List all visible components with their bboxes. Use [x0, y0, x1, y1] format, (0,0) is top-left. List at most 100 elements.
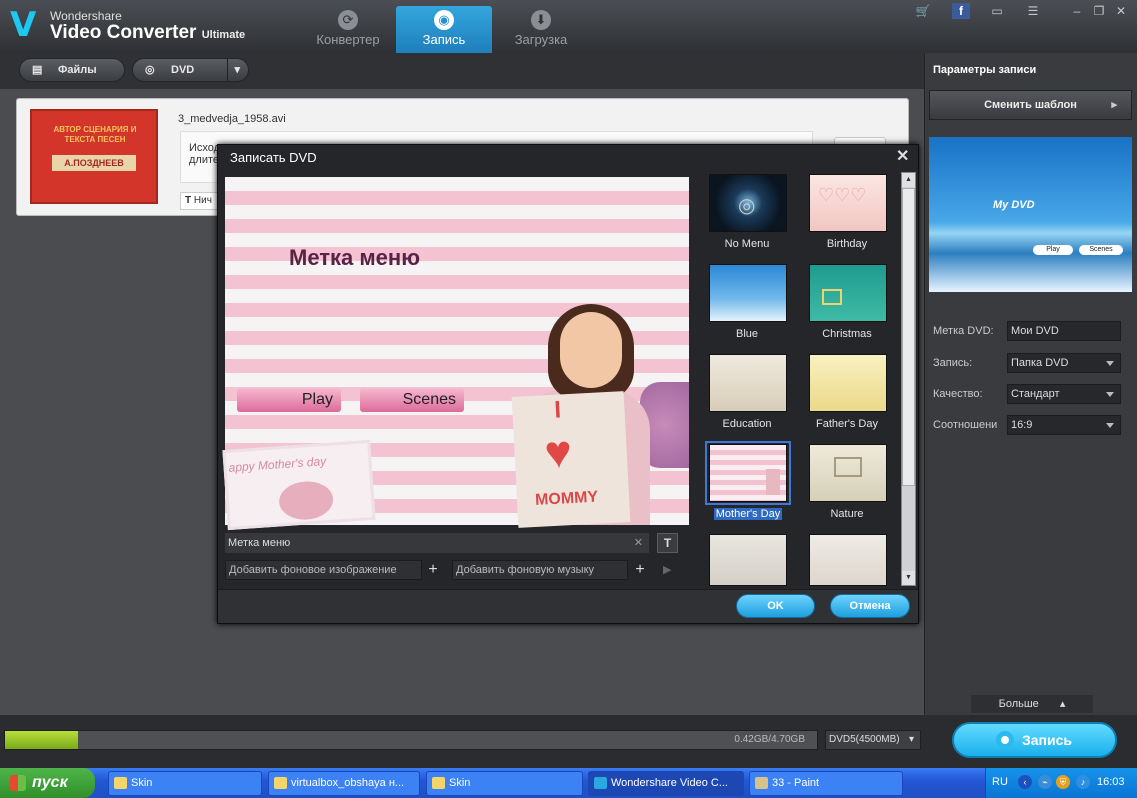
taskbar-item[interactable]: virtualbox_obshaya н... — [268, 771, 420, 796]
template-label: No Menu — [724, 238, 770, 250]
preview-play-button[interactable]: Play — [237, 388, 341, 412]
chat-icon[interactable]: ▭ — [988, 3, 1006, 19]
burn-disc-icon: ◉ — [434, 10, 454, 30]
template-label: Birthday — [826, 238, 868, 250]
cart-icon[interactable]: 🛒 — [914, 3, 932, 19]
preview-scenes-label: Scenes — [1079, 245, 1123, 255]
taskbar-item-active[interactable]: Wondershare Video C... — [588, 771, 744, 796]
tab-download[interactable]: ⬇ Загрузка — [493, 6, 589, 53]
text-format-button[interactable]: T — [657, 533, 678, 553]
dialog-close-icon[interactable]: ✕ — [896, 146, 909, 166]
scrollbar-thumb[interactable] — [902, 188, 915, 486]
bouquet-image — [277, 479, 335, 522]
template-item[interactable] — [809, 534, 887, 586]
template-fathers-day[interactable] — [809, 354, 887, 412]
preview-scenes-button[interactable]: Scenes — [360, 388, 464, 412]
taskbar-item[interactable]: Skin — [108, 771, 262, 796]
quality-select[interactable]: Стандарт — [1007, 384, 1121, 404]
more-button[interactable]: Больше ▴ — [971, 695, 1093, 713]
chevron-up-icon: ▴ — [1059, 698, 1066, 710]
add-bg-music-button[interactable]: + — [630, 560, 650, 580]
template-christmas[interactable] — [809, 264, 887, 322]
video-thumbnail[interactable]: АВТОР СЦЕНАРИЯ И ТЕКСТА ПЕСЕН А.ПОЗДНЕЕВ — [30, 109, 158, 204]
close-icon[interactable]: ✕ — [1112, 3, 1130, 19]
language-indicator[interactable]: RU — [992, 776, 1008, 788]
start-button[interactable]: пуск — [0, 768, 95, 798]
paint-icon — [755, 777, 768, 789]
minimize-icon[interactable]: – — [1068, 3, 1086, 19]
scroll-down-icon[interactable]: ▼ — [902, 571, 915, 585]
tab-converter[interactable]: ⟳ Конвертер — [300, 6, 396, 53]
chevron-down-icon[interactable]: ▾ — [227, 59, 240, 81]
windows-flag-icon — [10, 775, 26, 791]
clear-icon[interactable]: ✕ — [634, 533, 643, 553]
disc-icon: ◎ — [738, 195, 756, 217]
change-template-button[interactable]: Сменить шаблон ▸ — [929, 90, 1132, 120]
facebook-icon[interactable]: f — [952, 3, 970, 19]
thumb-author: А.ПОЗДНЕЕВ — [52, 155, 136, 171]
feedback-icon[interactable]: ☰ — [1024, 3, 1042, 19]
cancel-button[interactable]: Отмена — [830, 594, 910, 618]
download-icon: ⬇ — [531, 10, 551, 30]
network-icon[interactable]: ⌁ — [1038, 775, 1052, 789]
add-files-button[interactable]: ▤ Файлы — [19, 58, 125, 82]
template-no-menu[interactable]: ◎ — [709, 174, 787, 232]
folder-icon — [432, 777, 445, 789]
disc-type-select[interactable]: DVD5(4500MB) ▾ — [825, 730, 921, 750]
dvd-icon: ◎ — [145, 64, 155, 76]
file-name: 3_medvedja_1958.avi — [178, 113, 286, 125]
aspect-ratio-select[interactable]: 16:9 — [1007, 415, 1121, 435]
bg-image-field[interactable]: Добавить фоновое изображение — [225, 560, 422, 580]
taskbar-item[interactable]: Skin — [426, 771, 583, 796]
chevron-right-icon: ▸ — [1111, 99, 1117, 111]
menu-title-text[interactable]: Метка меню — [289, 245, 420, 271]
security-shield-icon[interactable]: ⛨ — [1056, 775, 1070, 789]
maximize-icon[interactable]: ❐ — [1090, 3, 1108, 19]
folder-icon — [114, 777, 127, 789]
burn-button[interactable]: Запись — [952, 722, 1117, 758]
tab-burn[interactable]: ◉ Запись — [396, 6, 492, 53]
card-word: MOMMY — [534, 488, 599, 509]
dvd-label-caption: Метка DVD: — [933, 325, 994, 337]
template-item[interactable] — [709, 534, 787, 586]
quality-caption: Качество: — [933, 388, 983, 400]
edition-label: Ultimate — [201, 29, 246, 41]
template-mothers-day[interactable] — [709, 444, 787, 502]
template-label: Father's Day — [815, 418, 878, 430]
heart-icon: ♡♡♡ — [818, 185, 867, 205]
play-music-icon[interactable]: ▶ — [663, 563, 671, 576]
subtitle-select[interactable]: T Нич — [180, 192, 220, 210]
product-name: Video Converter Ultimate — [50, 22, 246, 43]
tray-arrow-icon[interactable]: ‹ — [1018, 775, 1032, 789]
dvd-label-input[interactable]: Мои DVD — [1007, 321, 1121, 341]
panel-title: Параметры записи — [933, 64, 1037, 76]
scroll-up-icon[interactable]: ▲ — [902, 173, 915, 187]
template-education[interactable] — [709, 354, 787, 412]
frame-text: appy Mother's day — [228, 454, 327, 475]
menu-label-input[interactable]: Метка меню ✕ — [225, 533, 649, 553]
bg-music-field[interactable]: Добавить фоновую музыку — [452, 560, 628, 580]
convert-icon: ⟳ — [338, 10, 358, 30]
template-label: Blue — [735, 328, 759, 340]
ok-button[interactable]: OK — [736, 594, 815, 618]
burn-target-caption: Запись: — [933, 357, 973, 369]
app-icon — [594, 777, 607, 789]
template-blue[interactable] — [709, 264, 787, 322]
template-nature[interactable] — [809, 444, 887, 502]
preview-title: My DVD — [993, 199, 1035, 211]
volume-icon[interactable]: ♪ — [1076, 775, 1090, 789]
taskbar-item[interactable]: 33 - Paint — [749, 771, 903, 796]
heart-icon: ♥ — [543, 424, 574, 479]
app-logo-icon: V — [10, 5, 37, 45]
burn-target-select[interactable]: Папка DVD — [1007, 353, 1121, 373]
add-bg-image-button[interactable]: + — [423, 560, 443, 580]
template-label-selected: Mother's Day — [714, 508, 782, 520]
template-label: Education — [722, 418, 772, 430]
add-dvd-button[interactable]: ◎ DVD ▾ — [132, 58, 249, 82]
child-face — [560, 312, 622, 388]
photo-frame-decoration: appy Mother's day — [222, 439, 376, 531]
template-birthday[interactable]: ♡♡♡ — [809, 174, 887, 232]
mommy-card: I ♥ MOMMY — [511, 391, 631, 528]
aspect-ratio-caption: Соотношени — [933, 419, 998, 431]
dialog-title: Записать DVD — [230, 150, 317, 165]
